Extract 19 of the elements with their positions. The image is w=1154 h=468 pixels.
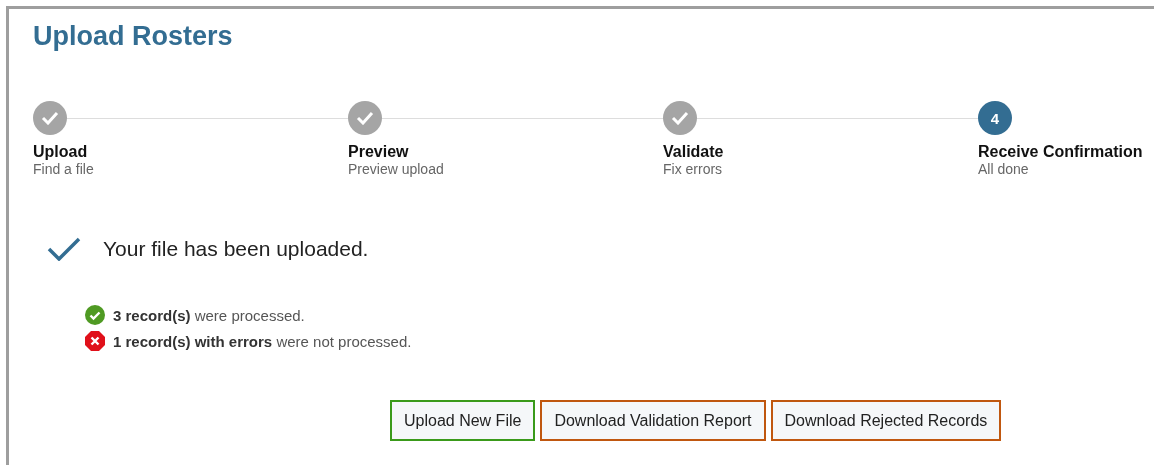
step-label: Upload (33, 143, 88, 161)
step-label: Validate (663, 143, 724, 161)
page-title: Upload Rosters (33, 21, 234, 52)
step-number: 4 (978, 101, 1012, 135)
step-description: Preview upload (348, 161, 444, 177)
status-message: 3 record(s) were processed. (113, 306, 305, 324)
step-description: Fix errors (663, 161, 723, 177)
checkmark-icon (47, 237, 81, 261)
step-label: Receive Confirmation (978, 143, 1143, 161)
action-button[interactable]: Download Validation Report (540, 400, 766, 441)
step-label: Preview (348, 143, 409, 161)
action-button[interactable]: Upload New File (390, 400, 536, 441)
action-button[interactable]: Download Rejected Records (770, 400, 1002, 441)
success-icon (85, 305, 105, 325)
step-description: Find a file (33, 161, 94, 177)
step-description: All done (978, 161, 1029, 177)
confirmation-message: Your file has been uploaded. (103, 237, 369, 261)
status-message: 1 record(s) with errors were not processed. (113, 332, 412, 350)
error-icon (85, 331, 105, 351)
